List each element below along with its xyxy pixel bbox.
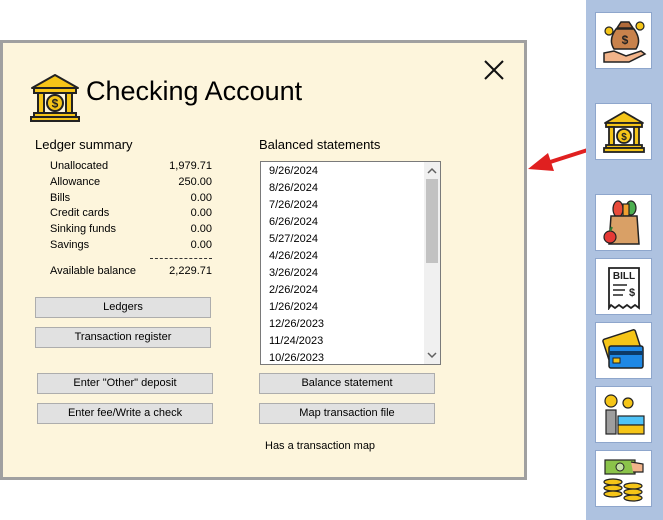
list-item[interactable]: 8/26/2024 xyxy=(269,182,318,197)
scrollbar-thumb[interactable] xyxy=(426,179,438,263)
checking-account-dialog: $ Checking Account Ledger summary Unallo… xyxy=(0,40,527,480)
ledger-row: Bills 0.00 xyxy=(50,192,212,207)
credit-card-icon xyxy=(602,329,644,369)
list-item[interactable]: 5/27/2024 xyxy=(269,233,318,248)
ledger-row: Sinking funds 0.00 xyxy=(50,223,212,238)
toolbar-credit-cards-button[interactable] xyxy=(595,322,652,379)
list-item[interactable]: 9/26/2024 xyxy=(269,165,318,180)
list-item[interactable]: 12/26/2023 xyxy=(269,318,324,333)
list-item[interactable]: 2/26/2024 xyxy=(269,284,318,299)
ledger-row: Savings 0.00 xyxy=(50,239,212,254)
groceries-icon xyxy=(603,200,640,245)
list-item[interactable]: 3/26/2024 xyxy=(269,267,318,282)
ledger-row-label: Sinking funds xyxy=(50,223,117,235)
close-icon[interactable] xyxy=(481,57,507,83)
ledger-row-value: 0.00 xyxy=(190,207,212,219)
svg-text:$: $ xyxy=(629,287,635,299)
ledger-row: Allowance 250.00 xyxy=(50,176,212,191)
toolbar-cash-button[interactable] xyxy=(595,450,652,507)
bank-icon: $ xyxy=(603,111,645,153)
other-deposit-button[interactable]: Enter "Other" deposit xyxy=(37,373,213,394)
svg-text:$: $ xyxy=(622,33,629,47)
ledger-row-value: 250.00 xyxy=(178,176,212,188)
svg-text:$: $ xyxy=(621,132,627,143)
available-balance-label: Available balance xyxy=(50,265,137,277)
list-item[interactable]: 11/24/2023 xyxy=(269,335,323,350)
ledger-row-label: Credit cards xyxy=(50,207,110,219)
available-balance-value: 2,229.71 xyxy=(169,265,212,277)
transaction-register-button[interactable]: Transaction register xyxy=(35,327,211,348)
ledger-row-label: Unallocated xyxy=(50,160,109,172)
savings-icon xyxy=(604,394,645,435)
svg-text:$: $ xyxy=(52,97,59,111)
ledger-row-value: 0.00 xyxy=(190,239,212,251)
toolbar-bills-button[interactable]: BILL $ xyxy=(595,258,652,315)
ledger-row-label: Allowance xyxy=(50,176,101,188)
money-bag-hand-icon: $ xyxy=(603,21,647,63)
total-divider xyxy=(150,258,212,259)
transaction-map-status: Has a transaction map xyxy=(265,440,376,452)
toolbar-checking-button[interactable]: $ xyxy=(595,103,652,160)
balanced-statements-list[interactable]: 9/26/2024 8/26/2024 7/26/2024 6/26/2024 … xyxy=(260,161,441,365)
list-item[interactable]: 6/26/2024 xyxy=(269,216,318,231)
bank-icon: $ xyxy=(30,74,80,122)
list-item[interactable]: 10/26/2023 xyxy=(269,352,324,364)
ledger-row: Credit cards 0.00 xyxy=(50,207,212,222)
ledger-row-value: 0.00 xyxy=(190,192,212,204)
toolbar-savings-button[interactable] xyxy=(595,386,652,443)
dialog-title: Checking Account xyxy=(86,76,303,106)
scroll-up-icon[interactable] xyxy=(427,166,437,176)
toolbar-allowance-button[interactable]: $ xyxy=(595,12,652,69)
side-toolbar: $ $ BILL $ xyxy=(586,0,663,520)
list-item[interactable]: 4/26/2024 xyxy=(269,250,318,265)
balance-statement-button[interactable]: Balance statement xyxy=(259,373,435,394)
map-transaction-file-button[interactable]: Map transaction file xyxy=(259,403,435,424)
write-check-button[interactable]: Enter fee/Write a check xyxy=(37,403,213,424)
bill-icon: BILL $ xyxy=(608,267,640,310)
ledger-row-value: 1,979.71 xyxy=(169,160,212,172)
list-scrollbar[interactable] xyxy=(424,162,440,364)
balanced-statements-heading: Balanced statements xyxy=(259,137,381,152)
scroll-down-icon[interactable] xyxy=(427,350,437,360)
ledgers-button[interactable]: Ledgers xyxy=(35,297,211,318)
ledger-row-value: 0.00 xyxy=(190,223,212,235)
list-item[interactable]: 1/26/2024 xyxy=(269,301,318,316)
toolbar-groceries-button[interactable] xyxy=(595,194,652,251)
ledger-row: Unallocated 1,979.71 xyxy=(50,160,212,175)
cash-coins-icon xyxy=(603,459,644,502)
ledger-row-label: Savings xyxy=(50,239,90,251)
list-item[interactable]: 7/26/2024 xyxy=(269,199,318,214)
available-balance-row: Available balance 2,229.71 xyxy=(50,265,212,280)
ledger-summary-heading: Ledger summary xyxy=(35,137,133,152)
svg-text:BILL: BILL xyxy=(613,271,635,282)
ledger-row-label: Bills xyxy=(50,192,71,204)
